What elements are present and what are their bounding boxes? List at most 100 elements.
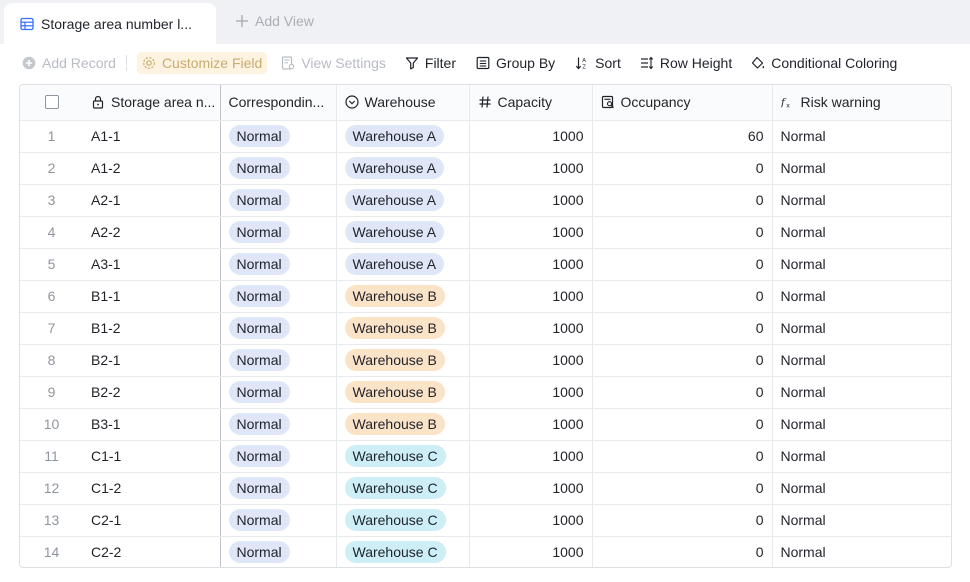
warehouse-cell[interactable]: Warehouse C [336, 504, 470, 537]
storage-area-cell[interactable]: C2-1 [83, 504, 221, 537]
table-row[interactable]: 1 A1-1 Normal Warehouse A 1000 60 Normal [20, 120, 951, 153]
corresponding-cell[interactable]: Normal [220, 440, 337, 473]
capacity-cell[interactable]: 1000 [469, 120, 593, 153]
occupancy-cell[interactable]: 0 [592, 280, 773, 313]
select-all-checkbox[interactable] [44, 95, 59, 110]
column-header-warehouse[interactable]: Warehouse [336, 85, 470, 121]
capacity-cell[interactable]: 1000 [469, 376, 593, 409]
capacity-cell[interactable]: 1000 [469, 280, 593, 313]
corresponding-cell[interactable]: Normal [220, 472, 337, 505]
corresponding-cell[interactable]: Normal [220, 312, 337, 345]
row-height-button[interactable]: Row Height [640, 55, 732, 71]
storage-area-cell[interactable]: C2-2 [83, 536, 221, 567]
risk-warning-cell[interactable]: Normal [772, 376, 951, 409]
corresponding-cell[interactable]: Normal [220, 408, 337, 441]
warehouse-cell[interactable]: Warehouse C [336, 440, 470, 473]
table-row[interactable]: 13 C2-1 Normal Warehouse C 1000 0 Normal [20, 504, 951, 537]
risk-warning-cell[interactable]: Normal [772, 152, 951, 185]
column-header-corresponding[interactable]: Correspondin... [220, 85, 337, 121]
warehouse-cell[interactable]: Warehouse A [336, 184, 470, 217]
column-header-risk-warning[interactable]: fx Risk warning [772, 85, 951, 121]
filter-button[interactable]: Filter [405, 55, 456, 71]
capacity-cell[interactable]: 1000 [469, 216, 593, 249]
occupancy-cell[interactable]: 0 [592, 344, 773, 377]
capacity-cell[interactable]: 1000 [469, 312, 593, 345]
corresponding-cell[interactable]: Normal [220, 344, 337, 377]
capacity-cell[interactable]: 1000 [469, 184, 593, 217]
risk-warning-cell[interactable]: Normal [772, 248, 951, 281]
corresponding-cell[interactable]: Normal [220, 216, 337, 249]
storage-area-cell[interactable]: A2-2 [83, 216, 221, 249]
conditional-coloring-button[interactable]: Conditional Coloring [751, 55, 897, 71]
risk-warning-cell[interactable]: Normal [772, 504, 951, 537]
risk-warning-cell[interactable]: Normal [772, 408, 951, 441]
add-record-button[interactable]: Add Record [22, 55, 116, 71]
occupancy-cell[interactable]: 0 [592, 248, 773, 281]
capacity-cell[interactable]: 1000 [469, 248, 593, 281]
table-row[interactable]: 5 A3-1 Normal Warehouse A 1000 0 Normal [20, 248, 951, 281]
storage-area-cell[interactable]: B1-1 [83, 280, 221, 313]
occupancy-cell[interactable]: 0 [592, 440, 773, 473]
occupancy-cell[interactable]: 0 [592, 408, 773, 441]
corresponding-cell[interactable]: Normal [220, 248, 337, 281]
warehouse-cell[interactable]: Warehouse B [336, 280, 470, 313]
table-row[interactable]: 12 C1-2 Normal Warehouse C 1000 0 Normal [20, 472, 951, 505]
column-header-storage-area[interactable]: Storage area n... [83, 85, 221, 121]
table-row[interactable]: 8 B2-1 Normal Warehouse B 1000 0 Normal [20, 344, 951, 377]
occupancy-cell[interactable]: 0 [592, 152, 773, 185]
warehouse-cell[interactable]: Warehouse B [336, 376, 470, 409]
risk-warning-cell[interactable]: Normal [772, 184, 951, 217]
corresponding-cell[interactable]: Normal [220, 120, 337, 153]
select-all-cell[interactable] [20, 85, 83, 121]
corresponding-cell[interactable]: Normal [220, 152, 337, 185]
storage-area-cell[interactable]: B2-2 [83, 376, 221, 409]
table-row[interactable]: 7 B1-2 Normal Warehouse B 1000 0 Normal [20, 312, 951, 345]
view-settings-button[interactable]: View Settings [281, 55, 386, 71]
table-row[interactable]: 4 A2-2 Normal Warehouse A 1000 0 Normal [20, 216, 951, 249]
capacity-cell[interactable]: 1000 [469, 344, 593, 377]
occupancy-cell[interactable]: 0 [592, 376, 773, 409]
warehouse-cell[interactable]: Warehouse A [336, 216, 470, 249]
add-view-button[interactable]: Add View [235, 13, 314, 29]
storage-area-cell[interactable]: A1-1 [83, 120, 221, 153]
risk-warning-cell[interactable]: Normal [772, 344, 951, 377]
storage-area-cell[interactable]: A3-1 [83, 248, 221, 281]
capacity-cell[interactable]: 1000 [469, 152, 593, 185]
table-row[interactable]: 11 C1-1 Normal Warehouse C 1000 0 Normal [20, 440, 951, 473]
storage-area-cell[interactable]: A2-1 [83, 184, 221, 217]
table-row[interactable]: 10 B3-1 Normal Warehouse B 1000 0 Normal [20, 408, 951, 441]
corresponding-cell[interactable]: Normal [220, 376, 337, 409]
capacity-cell[interactable]: 1000 [469, 472, 593, 505]
occupancy-cell[interactable]: 0 [592, 216, 773, 249]
risk-warning-cell[interactable]: Normal [772, 536, 951, 567]
warehouse-cell[interactable]: Warehouse B [336, 408, 470, 441]
risk-warning-cell[interactable]: Normal [772, 216, 951, 249]
warehouse-cell[interactable]: Warehouse A [336, 120, 470, 153]
storage-area-cell[interactable]: B1-2 [83, 312, 221, 345]
risk-warning-cell[interactable]: Normal [772, 312, 951, 345]
warehouse-cell[interactable]: Warehouse B [336, 344, 470, 377]
capacity-cell[interactable]: 1000 [469, 440, 593, 473]
occupancy-cell[interactable]: 0 [592, 504, 773, 537]
warehouse-cell[interactable]: Warehouse A [336, 152, 470, 185]
occupancy-cell[interactable]: 0 [592, 184, 773, 217]
group-by-button[interactable]: Group By [476, 55, 555, 71]
corresponding-cell[interactable]: Normal [220, 504, 337, 537]
warehouse-cell[interactable]: Warehouse C [336, 472, 470, 505]
storage-area-cell[interactable]: A1-2 [83, 152, 221, 185]
column-header-capacity[interactable]: Capacity [469, 85, 593, 121]
capacity-cell[interactable]: 1000 [469, 536, 593, 567]
occupancy-cell[interactable]: 0 [592, 536, 773, 567]
risk-warning-cell[interactable]: Normal [772, 120, 951, 153]
corresponding-cell[interactable]: Normal [220, 536, 337, 567]
warehouse-cell[interactable]: Warehouse A [336, 248, 470, 281]
table-row[interactable]: 14 C2-2 Normal Warehouse C 1000 0 Normal [20, 536, 951, 567]
capacity-cell[interactable]: 1000 [469, 408, 593, 441]
sort-button[interactable]: AZ Sort [575, 55, 621, 71]
risk-warning-cell[interactable]: Normal [772, 440, 951, 473]
corresponding-cell[interactable]: Normal [220, 184, 337, 217]
storage-area-cell[interactable]: B3-1 [83, 408, 221, 441]
warehouse-cell[interactable]: Warehouse C [336, 536, 470, 567]
customize-field-button[interactable]: Customize Field [136, 52, 268, 74]
column-header-occupancy[interactable]: Occupancy [592, 85, 773, 121]
